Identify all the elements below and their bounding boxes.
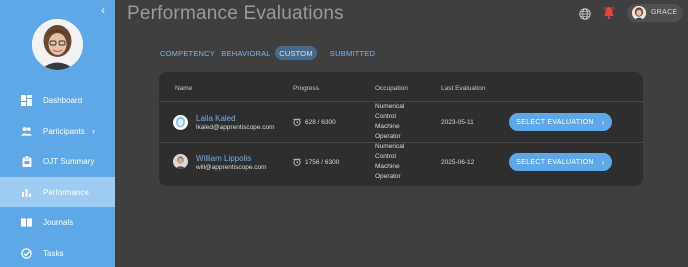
occupation: Numerical Control Machine Operator [375,142,425,182]
column-header-last-evaluation: Last Evaluation [441,85,486,92]
participant-name-link[interactable]: Laila Kaled [196,114,236,123]
chevron-right-icon: › [92,126,95,136]
profile-avatar [32,19,83,70]
user-avatar [632,6,646,20]
sidebar-item-journals[interactable]: Journals [0,207,115,237]
dashboard-icon [21,94,32,106]
globe-icon[interactable] [579,7,591,20]
sidebar-item-label: Journals [43,217,74,227]
sidebar-item-label: Dashboard [43,95,83,105]
people-icon [21,126,32,137]
tab-custom[interactable]: CUSTOM [275,46,317,60]
occupation-line: Machine [375,163,400,170]
participant-avatar [173,154,188,169]
last-evaluation-date: 2025-06-12 [441,159,475,166]
tab-submitted[interactable]: SUBMITTED [328,46,377,60]
sidebar-item-label: Participants [43,126,85,136]
book-icon [21,217,32,228]
occupation-line: Machine [375,123,400,130]
sidebar-item-ojt-summary[interactable]: OJT Summary [0,146,115,176]
clipboard-icon [21,155,32,167]
occupation-line: Numerical [375,103,405,110]
page-title: Performance Evaluations [127,3,344,24]
bell-icon[interactable] [603,6,615,19]
evaluations-table: Name Progress Occupation Last Evaluation… [159,72,643,186]
chevron-right-icon: › [601,157,605,167]
sidebar-item-label: Performance [43,187,89,197]
tab-competency[interactable]: COMPETENCY [159,46,216,60]
progress-hours: 628 / 6300 [293,118,336,126]
occupation-line: Operator [375,173,401,180]
participant-avatar [173,115,188,130]
sidebar-item-label: OJT Summary [43,156,95,166]
column-header-name: Name [175,85,193,92]
occupation: Numerical Control Machine Operator [375,102,425,142]
bar-chart-icon [21,187,32,198]
select-evaluation-label: SELECT EVALUATION [516,118,594,126]
sidebar-item-label: Tasks [43,248,64,258]
alarm-clock-icon [293,118,301,126]
participant-email: lkaled@apprentiscope.com [196,124,275,131]
column-header-occupation: Occupation [375,85,408,92]
occupation-line: Numerical [375,143,405,150]
column-header-progress: Progress [293,85,320,92]
participant-name-link[interactable]: William Lippolis [196,154,251,163]
select-evaluation-button[interactable]: SELECT EVALUATION › [509,113,612,131]
progress-value: 1756 / 6300 [305,158,340,166]
user-name: GRACE [651,9,678,16]
sidebar-item-tasks[interactable]: Tasks [0,238,115,267]
participant-email: will@apprentiscope.com [196,164,267,171]
sidebar-item-participants[interactable]: Participants › [0,116,115,146]
occupation-line: Control [375,113,396,120]
occupation-line: Control [375,153,396,160]
sidebar-item-dashboard[interactable]: Dashboard [0,85,115,115]
chevron-right-icon: › [601,117,605,127]
last-evaluation-date: 2023-05-11 [441,119,474,126]
tab-behavioral[interactable]: BEHAVIORAL [220,46,272,60]
alarm-clock-icon [293,158,301,166]
collapse-sidebar-button[interactable]: ‹ [101,4,111,16]
progress-hours: 1756 / 6300 [293,158,339,166]
user-menu[interactable]: GRACE [627,4,683,22]
check-circle-icon [21,247,32,259]
sidebar-item-performance[interactable]: Performance [0,177,115,207]
occupation-line: Operator [375,133,401,140]
progress-value: 628 / 6300 [305,118,336,126]
select-evaluation-label: SELECT EVALUATION [516,158,594,166]
select-evaluation-button[interactable]: SELECT EVALUATION › [509,153,612,171]
sidebar: ‹ Dashboard Participants › OJT Summary P… [0,0,115,267]
